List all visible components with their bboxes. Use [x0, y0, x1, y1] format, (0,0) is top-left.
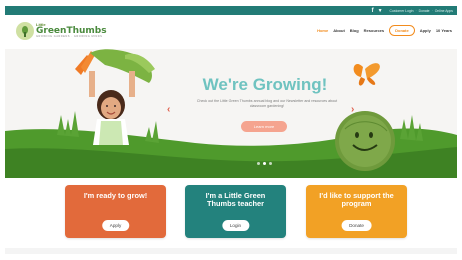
nav-donate-button[interactable]: Donate	[389, 25, 415, 36]
nav-resources[interactable]: Resources	[364, 28, 384, 33]
slider-dots	[257, 162, 272, 165]
logo-tagline: GROWING GARDENS · GROWING MINDS	[36, 35, 103, 39]
grass-tuft-left	[57, 111, 79, 137]
donate-top-link[interactable]: Donate	[419, 9, 430, 13]
slider-prev-arrow-icon[interactable]: ‹	[167, 105, 170, 115]
nav-about[interactable]: About	[333, 28, 345, 33]
nav-apply[interactable]: Apply	[420, 28, 431, 33]
top-links: Customer Login · Donate · Online Apps	[390, 9, 453, 13]
card-ready-to-grow: I'm ready to grow! Apply	[65, 185, 166, 238]
separator: ·	[415, 8, 417, 13]
customer-login-link[interactable]: Customer Login	[390, 9, 414, 13]
hero-slider: We're Growing! Check out the Little Gree…	[5, 49, 457, 178]
site-logo[interactable]: Little GreenThumbs GROWING GARDENS · GRO…	[16, 22, 107, 40]
slider-next-arrow-icon[interactable]: ›	[351, 105, 354, 115]
online-apps-link[interactable]: Online Apps	[435, 9, 453, 13]
hero-title: We're Growing!	[202, 75, 328, 94]
main-menu: Home About Blog Resources Donate Apply 1…	[317, 25, 452, 36]
top-bar: f ▼ Customer Login · Donate · Online App…	[5, 6, 457, 15]
card-support: I'd like to support the program Donate	[306, 185, 407, 238]
apply-button[interactable]: Apply	[101, 220, 130, 231]
hero-subtitle: Check out the Little Green Thumbs annual…	[196, 99, 338, 108]
grass-tuft-right	[400, 115, 423, 141]
slider-dot[interactable]	[257, 162, 260, 165]
child-with-carrots-image	[75, 49, 155, 145]
hero-illustration	[5, 49, 457, 178]
navbar: Little GreenThumbs GROWING GARDENS · GRO…	[5, 15, 457, 49]
smiling-bush-image	[335, 111, 395, 171]
footer-strip	[5, 248, 457, 254]
card-title: I'd like to support the program	[319, 191, 394, 208]
butterfly-image	[353, 63, 380, 86]
facebook-icon[interactable]: f	[372, 8, 374, 14]
nav-blog[interactable]: Blog	[350, 28, 359, 33]
slider-dot-active[interactable]	[263, 162, 266, 165]
social-links: f ▼	[372, 8, 383, 14]
logo-text: Little GreenThumbs GROWING GARDENS · GRO…	[36, 23, 107, 39]
hero-cta-button[interactable]: Learn more	[241, 121, 287, 132]
nav-10-years[interactable]: 10 Years	[436, 28, 452, 33]
separator: ·	[431, 8, 433, 13]
card-teacher: I'm a Little Green Thumbs teacher Login	[185, 185, 286, 238]
card-title: I'm ready to grow!	[83, 191, 148, 200]
login-button[interactable]: Login	[221, 220, 250, 231]
nav-home[interactable]: Home	[317, 28, 328, 33]
card-title: I'm a Little Green Thumbs teacher	[205, 191, 266, 208]
twitter-icon[interactable]: ▼	[378, 8, 383, 14]
slider-dot[interactable]	[269, 162, 272, 165]
donate-button[interactable]: Donate	[341, 220, 372, 231]
logo-badge-icon	[16, 22, 34, 40]
